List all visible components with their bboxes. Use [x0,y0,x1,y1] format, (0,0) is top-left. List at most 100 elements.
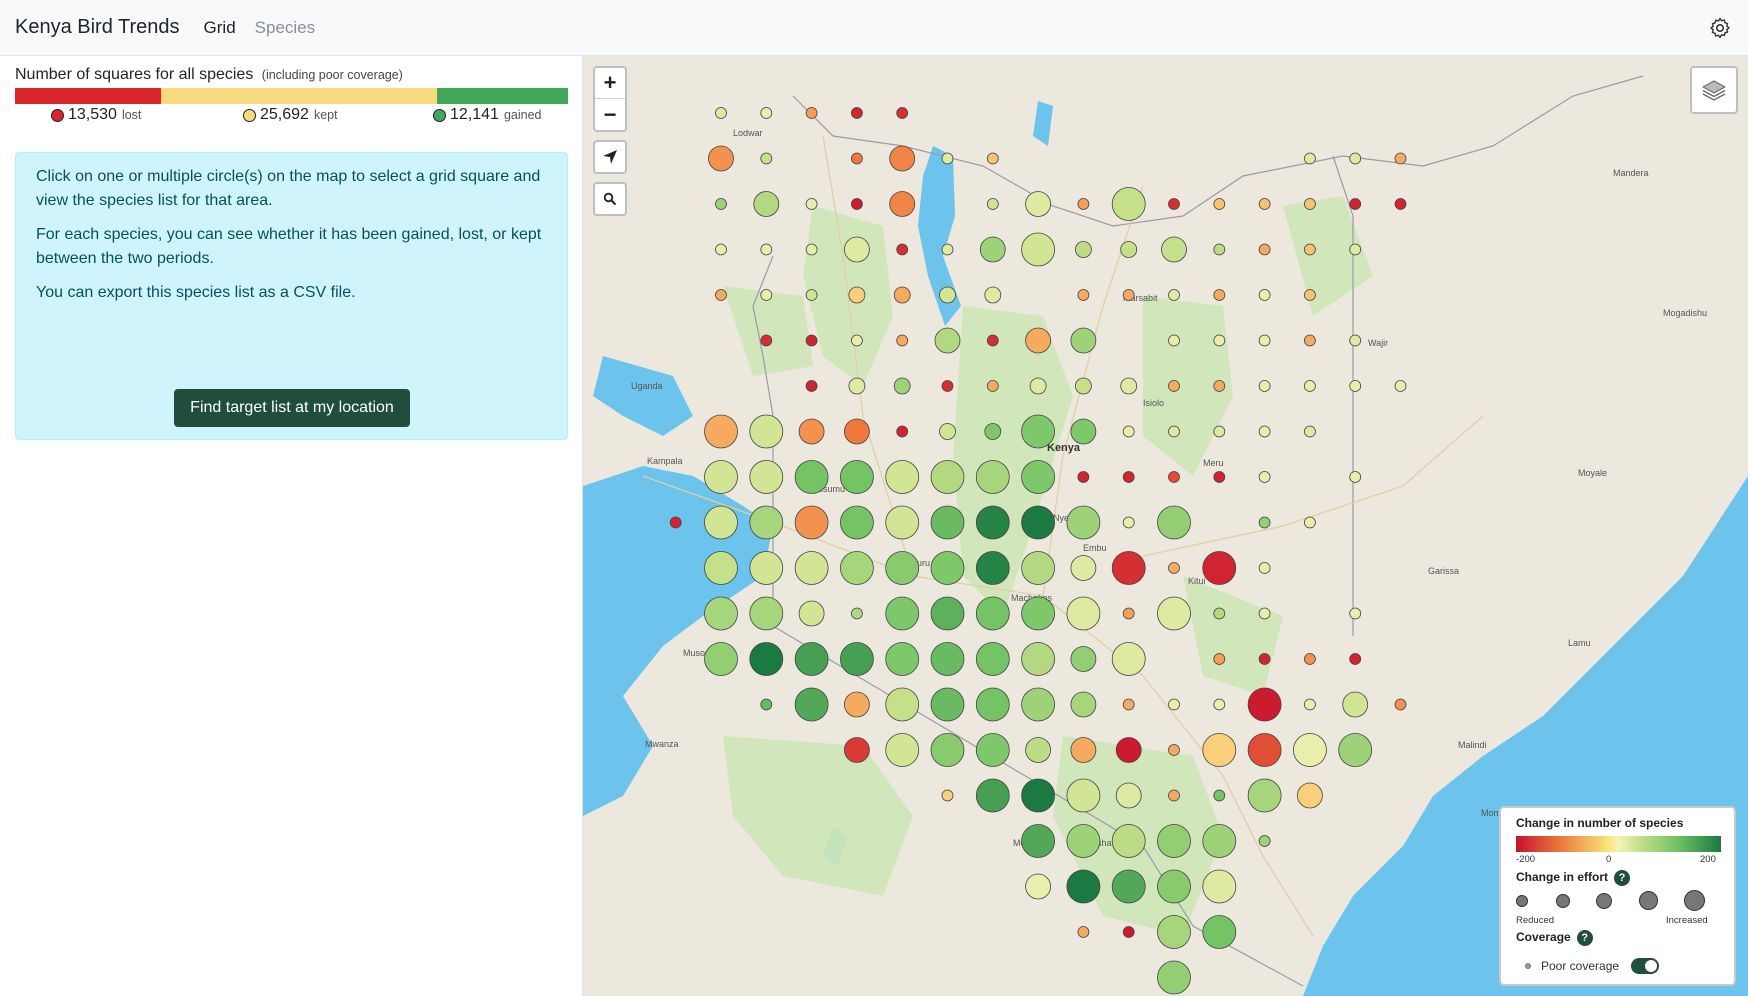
grid-square-circle[interactable] [1025,327,1052,354]
grid-square-circle[interactable] [1258,835,1271,847]
grid-square-circle[interactable] [896,107,909,119]
grid-square-circle[interactable] [1258,380,1271,392]
grid-square-circle[interactable] [1122,926,1135,938]
grid-square-circle[interactable] [975,687,1010,722]
grid-square-circle[interactable] [1349,380,1362,392]
grid-square-circle[interactable] [1213,334,1226,347]
grid-square-circle[interactable] [896,334,909,347]
grid-square-circle[interactable] [704,642,738,676]
grid-square-circle[interactable] [1168,744,1180,756]
grid-square-circle[interactable] [975,733,1010,767]
map-view[interactable]: Uganda Kampala Lodwar Marsabit Wajir Garissa M… [583,56,1748,996]
grid-square-circle[interactable] [1021,551,1056,585]
grid-square-circle[interactable] [753,191,780,217]
grid-square-circle[interactable] [1122,607,1135,620]
grid-square-circle[interactable] [1168,698,1180,711]
grid-square-circle[interactable] [794,460,829,494]
grid-square-circle[interactable] [934,327,961,354]
grid-square-circle[interactable] [1122,516,1135,529]
map-search-button[interactable] [593,182,627,216]
grid-square-circle[interactable] [1258,289,1271,301]
grid-square-circle[interactable] [1122,425,1135,438]
grid-square-circle[interactable] [1293,733,1327,767]
zoom-in-button[interactable]: + [595,68,625,99]
grid-square-circle[interactable] [1304,334,1316,347]
grid-square-circle[interactable] [839,551,874,585]
grid-square-circle[interactable] [1077,198,1090,210]
grid-square-circle[interactable] [839,642,874,676]
grid-square-circle[interactable] [1213,653,1226,665]
grid-square-circle[interactable] [749,596,784,631]
grid-square-circle[interactable] [1168,380,1180,392]
grid-square-circle[interactable] [1066,596,1101,631]
grid-square-circle[interactable] [889,191,916,217]
grid-square-circle[interactable] [1021,778,1056,813]
grid-square-circle[interactable] [1258,607,1271,620]
grid-square-circle[interactable] [850,607,863,620]
grid-square-circle[interactable] [1025,737,1052,763]
grid-square-circle[interactable] [749,414,784,449]
grid-square-circle[interactable] [1258,516,1271,529]
grid-square-circle[interactable] [1213,198,1226,210]
grid-square-circle[interactable] [805,107,818,119]
grid-square-circle[interactable] [885,642,920,676]
grid-square-circle[interactable] [704,505,738,540]
grid-square-circle[interactable] [979,236,1006,263]
grid-square-circle[interactable] [1349,471,1362,483]
grid-square-circle[interactable] [1213,698,1226,711]
grid-square-circle[interactable] [986,334,999,347]
grid-square-circle[interactable] [760,243,773,256]
grid-square-circle[interactable] [1021,642,1056,676]
grid-square-circle[interactable] [896,425,909,438]
grid-square-circle[interactable] [1021,687,1056,722]
grid-square-circle[interactable] [805,289,818,301]
grid-square-circle[interactable] [1157,869,1191,904]
grid-square-circle[interactable] [794,687,829,722]
grid-square-circle[interactable] [930,460,965,494]
grid-square-circle[interactable] [1070,555,1097,581]
grid-square-circle[interactable] [715,107,727,119]
grid-square-circle[interactable] [1115,737,1142,763]
grid-square-circle[interactable] [1304,152,1316,165]
grid-square-circle[interactable] [843,418,870,445]
grid-square-circle[interactable] [749,551,784,585]
grid-square-circle[interactable] [704,551,738,585]
grid-square-circle[interactable] [1157,960,1191,995]
grid-square-circle[interactable] [843,737,870,763]
grid-square-circle[interactable] [930,551,965,585]
grid-square-circle[interactable] [1258,198,1271,210]
grid-square-circle[interactable] [1258,471,1271,483]
grid-square-circle[interactable] [850,107,863,119]
grid-square-circle[interactable] [1394,380,1407,392]
grid-square-circle[interactable] [1077,289,1090,301]
grid-square-circle[interactable] [805,243,818,256]
grid-square-circle[interactable] [760,107,773,119]
grid-square-circle[interactable] [1025,191,1052,217]
grid-square-circle[interactable] [760,289,773,301]
grid-square-circle[interactable] [975,778,1010,813]
grid-square-circle[interactable] [1213,607,1226,620]
grid-square-circle[interactable] [1258,243,1271,256]
grid-square-circle[interactable] [1304,380,1316,392]
grid-square-circle[interactable] [939,423,956,440]
grid-square-circle[interactable] [704,596,738,631]
grid-square-circle[interactable] [760,334,773,347]
grid-square-circle[interactable] [1070,691,1097,718]
grid-square-circle[interactable] [805,198,818,210]
grid-square-circle[interactable] [839,460,874,494]
zoom-out-button[interactable]: − [595,99,625,130]
grid-square-circle[interactable] [1168,198,1180,210]
grid-square-circle[interactable] [848,286,866,304]
grid-square-circle[interactable] [1213,425,1226,438]
grid-square-circle[interactable] [715,198,727,210]
grid-square-circle[interactable] [1115,782,1142,809]
grid-square-circle[interactable] [1349,334,1362,347]
grid-square-circle[interactable] [1021,505,1056,540]
grid-square-circle[interactable] [1304,698,1316,711]
grid-square-circle[interactable] [1213,471,1226,483]
grid-square-circle[interactable] [1168,289,1180,301]
grid-square-circle[interactable] [975,642,1010,676]
grid-square-circle[interactable] [1258,653,1271,665]
grid-square-circle[interactable] [794,551,829,585]
grid-square-circle[interactable] [1258,562,1271,574]
